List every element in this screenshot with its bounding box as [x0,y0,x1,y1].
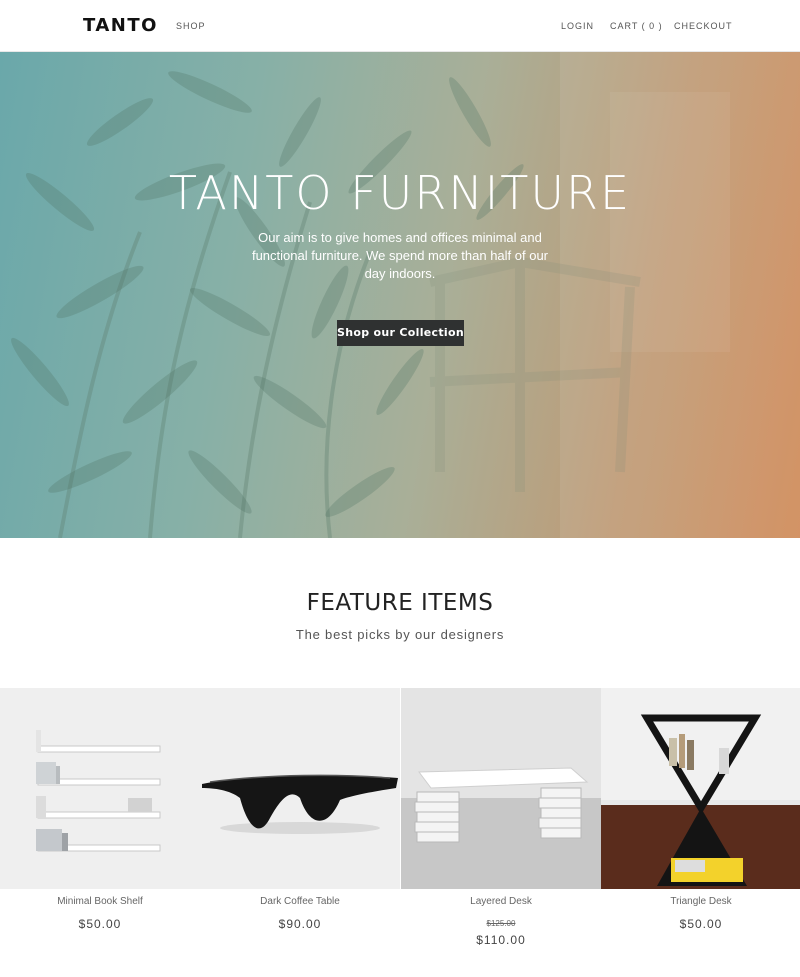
product-name[interactable]: Triangle Desk [601,896,800,907]
feature-items-subheading: The best picks by our designers [295,627,505,642]
product-image[interactable] [601,688,800,889]
hero-background-image [11,52,800,538]
layered-desk-image [401,688,601,889]
product-name[interactable]: Layered Desk [401,896,601,907]
hero-title: TANTO FURNITURE [168,166,632,220]
product-card-dark-coffee-table[interactable]: Dark Coffee Table $90.00 [200,688,400,977]
brand-logo[interactable]: TANTO [83,15,158,36]
product-price: $50.00 [78,917,122,931]
hero-banner: TANTO FURNITURE Our aim is to give homes… [0,52,800,538]
shop-collection-button[interactable]: Shop our Collection [337,320,464,346]
site-header: TANTO SHOP LOGIN CART ( 0 ) CHECKOUT [0,0,800,52]
product-original-price: $125.00 [486,919,516,928]
product-price: $50.00 [679,917,723,931]
product-price: $90.00 [278,917,322,931]
product-sale-price: $110.00 [476,933,526,947]
nav-checkout-link[interactable]: CHECKOUT [674,21,733,31]
book-shelf-image [0,688,200,889]
feature-items-heading: FEATURE ITEMS [306,590,494,616]
nav-login-link[interactable]: LOGIN [561,21,594,31]
hero-subtitle: Our aim is to give homes and offices min… [251,230,549,281]
nav-cart-link[interactable]: CART ( 0 ) [610,21,663,31]
product-card-triangle-desk[interactable]: Triangle Desk $50.00 [601,688,800,977]
product-name[interactable]: Minimal Book Shelf [0,896,200,907]
triangle-desk-image [601,688,800,889]
coffee-table-image [200,688,400,889]
product-image[interactable] [401,688,601,889]
product-image[interactable] [0,688,200,889]
product-image[interactable] [200,688,400,889]
product-name[interactable]: Dark Coffee Table [200,896,400,907]
product-card-layered-desk[interactable]: Layered Desk $125.00 $110.00 [401,688,601,977]
nav-shop-link[interactable]: SHOP [176,21,206,31]
product-card-minimal-book-shelf[interactable]: Minimal Book Shelf $50.00 [0,688,200,977]
